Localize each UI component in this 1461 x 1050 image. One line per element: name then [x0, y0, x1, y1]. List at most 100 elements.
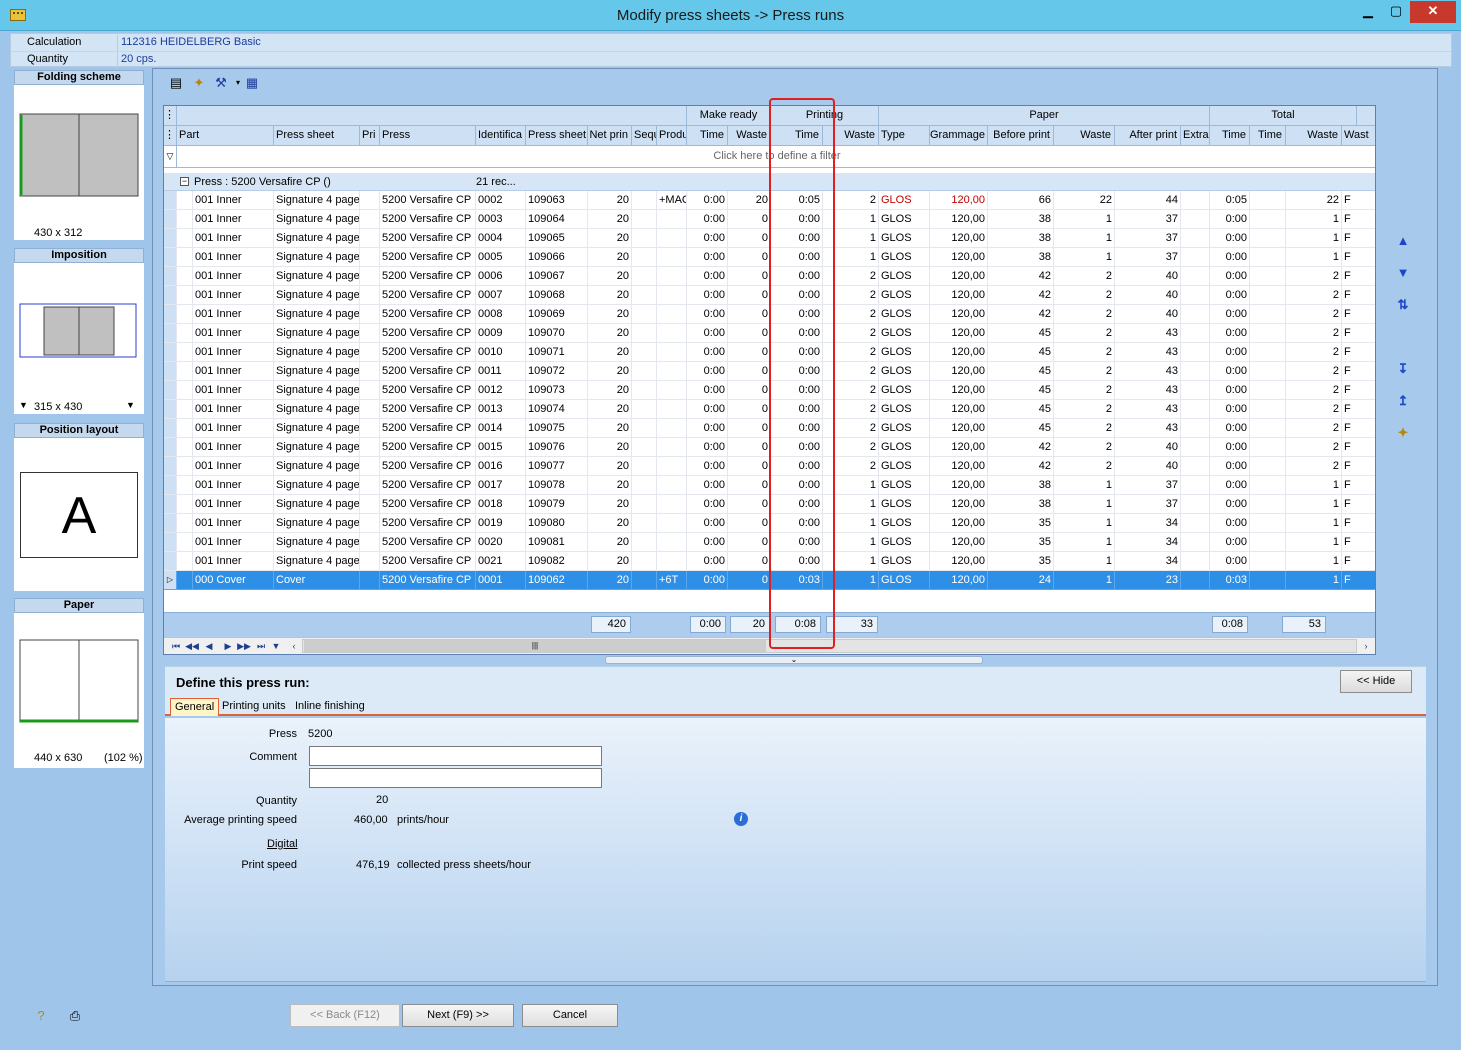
- cell-prw[interactable]: 2: [823, 362, 879, 381]
- cell-net[interactable]: 20: [588, 362, 632, 381]
- table-row[interactable]: 001 Inner Signature 4 page 5200 Versafire …: [164, 305, 1375, 324]
- cell-seq[interactable]: [632, 476, 657, 495]
- cell-before[interactable]: 38: [988, 229, 1054, 248]
- cell-gram[interactable]: 120,00: [930, 362, 988, 381]
- cell-tt[interactable]: 0:00: [1210, 457, 1250, 476]
- cell-mrw[interactable]: 0: [728, 571, 771, 590]
- cell-sheet[interactable]: Signature 4 page: [274, 457, 360, 476]
- cell-extra[interactable]: [1181, 552, 1210, 571]
- prev-page-icon[interactable]: ◀◀: [184, 638, 200, 654]
- cell-prw[interactable]: 2: [823, 343, 879, 362]
- cell-prt[interactable]: 0:00: [771, 248, 823, 267]
- help-icon[interactable]: ?: [33, 1008, 49, 1024]
- cell-type[interactable]: GLOS: [879, 210, 930, 229]
- cell-f[interactable]: F: [1342, 495, 1375, 514]
- cell-gram[interactable]: 120,00: [930, 438, 988, 457]
- cell-f[interactable]: F: [1342, 343, 1375, 362]
- tab-inline-finishing[interactable]: Inline finishing: [291, 698, 369, 716]
- cell-prw[interactable]: 1: [823, 210, 879, 229]
- cell-mrt[interactable]: 0:00: [687, 248, 728, 267]
- cell-tt[interactable]: 0:00: [1210, 267, 1250, 286]
- cell-sheet[interactable]: Signature 4 page: [274, 248, 360, 267]
- cell-net[interactable]: 20: [588, 267, 632, 286]
- cell-tt[interactable]: 0:00: [1210, 229, 1250, 248]
- cell-mrw[interactable]: 0: [728, 533, 771, 552]
- cell-f[interactable]: F: [1342, 267, 1375, 286]
- cell-net[interactable]: 20: [588, 248, 632, 267]
- cell-part[interactable]: 001 Inner: [193, 514, 274, 533]
- cell-ps[interactable]: 109063: [526, 191, 588, 210]
- cell-pw[interactable]: 1: [1054, 533, 1115, 552]
- row-indicator[interactable]: ▷: [164, 571, 177, 590]
- tab-printing-units[interactable]: Printing units: [218, 698, 290, 716]
- cell-pri[interactable]: [360, 267, 380, 286]
- cell-prt[interactable]: 0:00: [771, 305, 823, 324]
- cell-ps[interactable]: 109082: [526, 552, 588, 571]
- cell-tw[interactable]: 2: [1286, 343, 1342, 362]
- cell-prod[interactable]: [657, 552, 687, 571]
- cell-mrt[interactable]: 0:00: [687, 476, 728, 495]
- table-row[interactable]: 001 Inner Signature 4 page 5200 Versafire …: [164, 191, 1375, 210]
- cell-gram[interactable]: 120,00: [930, 305, 988, 324]
- cell-extra[interactable]: [1181, 381, 1210, 400]
- minimize-button[interactable]: ▁: [1354, 1, 1382, 23]
- cell-mrt[interactable]: 0:00: [687, 210, 728, 229]
- column-header-press-sheet[interactable]: Press sheet: [274, 126, 360, 146]
- cell-extra[interactable]: [1181, 248, 1210, 267]
- cell-net[interactable]: 20: [588, 191, 632, 210]
- imposition-dropdown-icon[interactable]: ▼: [126, 400, 135, 410]
- cell-seq[interactable]: [632, 305, 657, 324]
- cell-mrw[interactable]: 0: [728, 267, 771, 286]
- cell-prod[interactable]: [657, 514, 687, 533]
- cell-pri[interactable]: [360, 533, 380, 552]
- row-indicator[interactable]: [164, 362, 177, 381]
- cell-mrt[interactable]: 0:00: [687, 419, 728, 438]
- cell-prod[interactable]: [657, 476, 687, 495]
- cell-part[interactable]: 001 Inner: [193, 210, 274, 229]
- table-row[interactable]: 001 Inner Signature 4 page 5200 Versafire …: [164, 533, 1375, 552]
- cell-prw[interactable]: 2: [823, 324, 879, 343]
- cell-extra[interactable]: [1181, 571, 1210, 590]
- cell-prt[interactable]: 0:00: [771, 343, 823, 362]
- cell-id[interactable]: 0005: [476, 248, 526, 267]
- cell-seq[interactable]: [632, 229, 657, 248]
- cell-sheet[interactable]: Signature 4 page: [274, 191, 360, 210]
- cell-t2[interactable]: [1250, 533, 1286, 552]
- cell-tt[interactable]: 0:00: [1210, 533, 1250, 552]
- cell-id[interactable]: 0017: [476, 476, 526, 495]
- cell-f[interactable]: F: [1342, 533, 1375, 552]
- cell-sheet[interactable]: Signature 4 page: [274, 362, 360, 381]
- table-row[interactable]: 001 Inner Signature 4 page 5200 Versafire …: [164, 495, 1375, 514]
- cell-prod[interactable]: [657, 495, 687, 514]
- cell-tw[interactable]: 22: [1286, 191, 1342, 210]
- cell-prod[interactable]: [657, 533, 687, 552]
- cell-seq[interactable]: [632, 324, 657, 343]
- cell-tt[interactable]: 0:00: [1210, 305, 1250, 324]
- cell-extra[interactable]: [1181, 438, 1210, 457]
- cell-seq[interactable]: [632, 495, 657, 514]
- cell-pw[interactable]: 1: [1054, 476, 1115, 495]
- cell-prt[interactable]: 0:00: [771, 419, 823, 438]
- cell-part[interactable]: 001 Inner: [193, 495, 274, 514]
- cell-prt[interactable]: 0:00: [771, 476, 823, 495]
- cell-mrw[interactable]: 0: [728, 552, 771, 571]
- cell-after[interactable]: 44: [1115, 191, 1181, 210]
- cell-pri[interactable]: [360, 400, 380, 419]
- cell-type[interactable]: GLOS: [879, 400, 930, 419]
- cell-f[interactable]: F: [1342, 191, 1375, 210]
- cell-tw[interactable]: 2: [1286, 305, 1342, 324]
- cell-net[interactable]: 20: [588, 533, 632, 552]
- cell-tt[interactable]: 0:00: [1210, 362, 1250, 381]
- cell-sheet[interactable]: Signature 4 page: [274, 400, 360, 419]
- cell-seq[interactable]: [632, 248, 657, 267]
- cell-sheet[interactable]: Signature 4 page: [274, 343, 360, 362]
- cell-part[interactable]: 001 Inner: [193, 438, 274, 457]
- cell-mrt[interactable]: 0:00: [687, 514, 728, 533]
- cell-prw[interactable]: 1: [823, 514, 879, 533]
- row-indicator[interactable]: [164, 267, 177, 286]
- cell-before[interactable]: 38: [988, 210, 1054, 229]
- cell-part[interactable]: 001 Inner: [193, 381, 274, 400]
- cell-mrt[interactable]: 0:00: [687, 362, 728, 381]
- row-indicator[interactable]: [164, 419, 177, 438]
- cell-gram[interactable]: 120,00: [930, 476, 988, 495]
